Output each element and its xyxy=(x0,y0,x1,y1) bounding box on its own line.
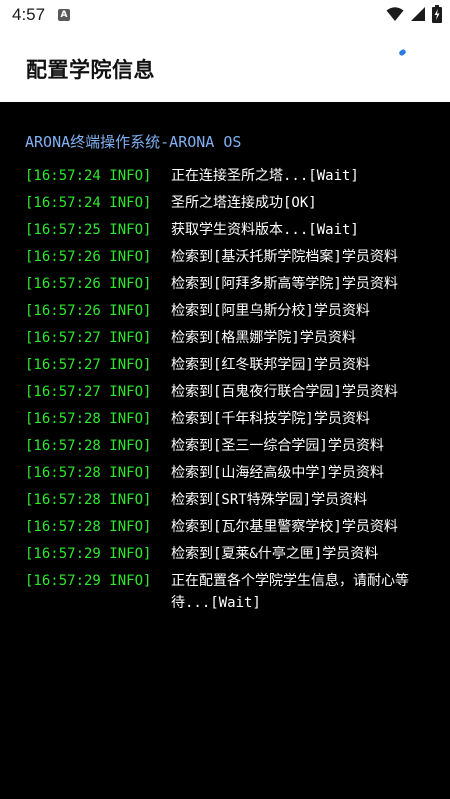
log-timestamp: [16:57:29 INFO] xyxy=(25,546,152,562)
log-timestamp: [16:57:27 INFO] xyxy=(25,357,152,373)
log-message: 检索到[基沃托斯学院档案]学员资料 xyxy=(171,249,398,265)
log-message: 检索到[格黑娜学院]学员资料 xyxy=(171,330,356,346)
log-message: 检索到[阿拜多斯高等学院]学员资料 xyxy=(171,276,398,292)
loading-indicator xyxy=(398,48,407,57)
log-message: 检索到[山海经高级中学]学员资料 xyxy=(171,465,384,481)
wifi-icon xyxy=(386,6,404,26)
log-message: 圣所之塔连接成功[OK] xyxy=(171,195,317,211)
log-timestamp: [16:57:26 INFO] xyxy=(25,303,152,319)
log-message: 检索到[红冬联邦学园]学员资料 xyxy=(171,357,370,373)
log-message: 检索到[圣三一综合学园]学员资料 xyxy=(171,438,384,454)
log-timestamp: [16:57:28 INFO] xyxy=(25,519,152,535)
log-timestamp: [16:57:28 INFO] xyxy=(25,438,152,454)
status-bar: 4:57 A xyxy=(0,0,450,32)
terminal-log-panel[interactable]: ARONA终端操作系统-ARONA OS [16:57:24 INFO] 正在连… xyxy=(0,102,450,799)
cellular-signal-icon xyxy=(410,6,426,26)
log-timestamp: [16:57:24 INFO] xyxy=(25,195,152,211)
app-header: 配置学院信息 xyxy=(0,32,450,102)
log-timestamp: [16:57:24 INFO] xyxy=(25,168,152,184)
log-timestamp: [16:57:28 INFO] xyxy=(25,465,152,481)
log-timestamp: [16:57:25 INFO] xyxy=(25,222,152,238)
page-title: 配置学院信息 xyxy=(26,58,155,82)
log-timestamp: [16:57:26 INFO] xyxy=(25,276,152,292)
terminal-title: ARONA终端操作系统-ARONA OS xyxy=(25,133,242,151)
log-message: 检索到[瓦尔基里警察学校]学员资料 xyxy=(171,519,398,535)
log-timestamp: [16:57:27 INFO] xyxy=(25,330,152,346)
log-message: 检索到[阿里乌斯分校]学员资料 xyxy=(171,303,370,319)
log-message: 检索到[百鬼夜行联合学园]学员资料 xyxy=(171,384,398,400)
status-time: 4:57 xyxy=(12,5,46,24)
battery-charging-icon xyxy=(432,5,442,27)
a-letter-icon: A xyxy=(58,9,70,21)
log-timestamp: [16:57:28 INFO] xyxy=(25,492,152,508)
log-message: 检索到[SRT特殊学园]学员资料 xyxy=(171,492,368,508)
log-message: 正在连接圣所之塔...[Wait] xyxy=(171,168,359,184)
log-message: 正在配置各个学院学生信息，请耐心等待...[Wait] xyxy=(171,573,409,611)
status-icons xyxy=(386,5,442,27)
log-timestamp: [16:57:26 INFO] xyxy=(25,249,152,265)
log-timestamp: [16:57:27 INFO] xyxy=(25,384,152,400)
log-message: 检索到[千年科技学院]学员资料 xyxy=(171,411,370,427)
log-message: 获取学生资料版本...[Wait] xyxy=(171,222,359,238)
log-timestamp: [16:57:28 INFO] xyxy=(25,411,152,427)
log-timestamp: [16:57:29 INFO] xyxy=(25,573,152,589)
log-message: 检索到[夏莱&什亭之匣]学员资料 xyxy=(171,546,379,562)
